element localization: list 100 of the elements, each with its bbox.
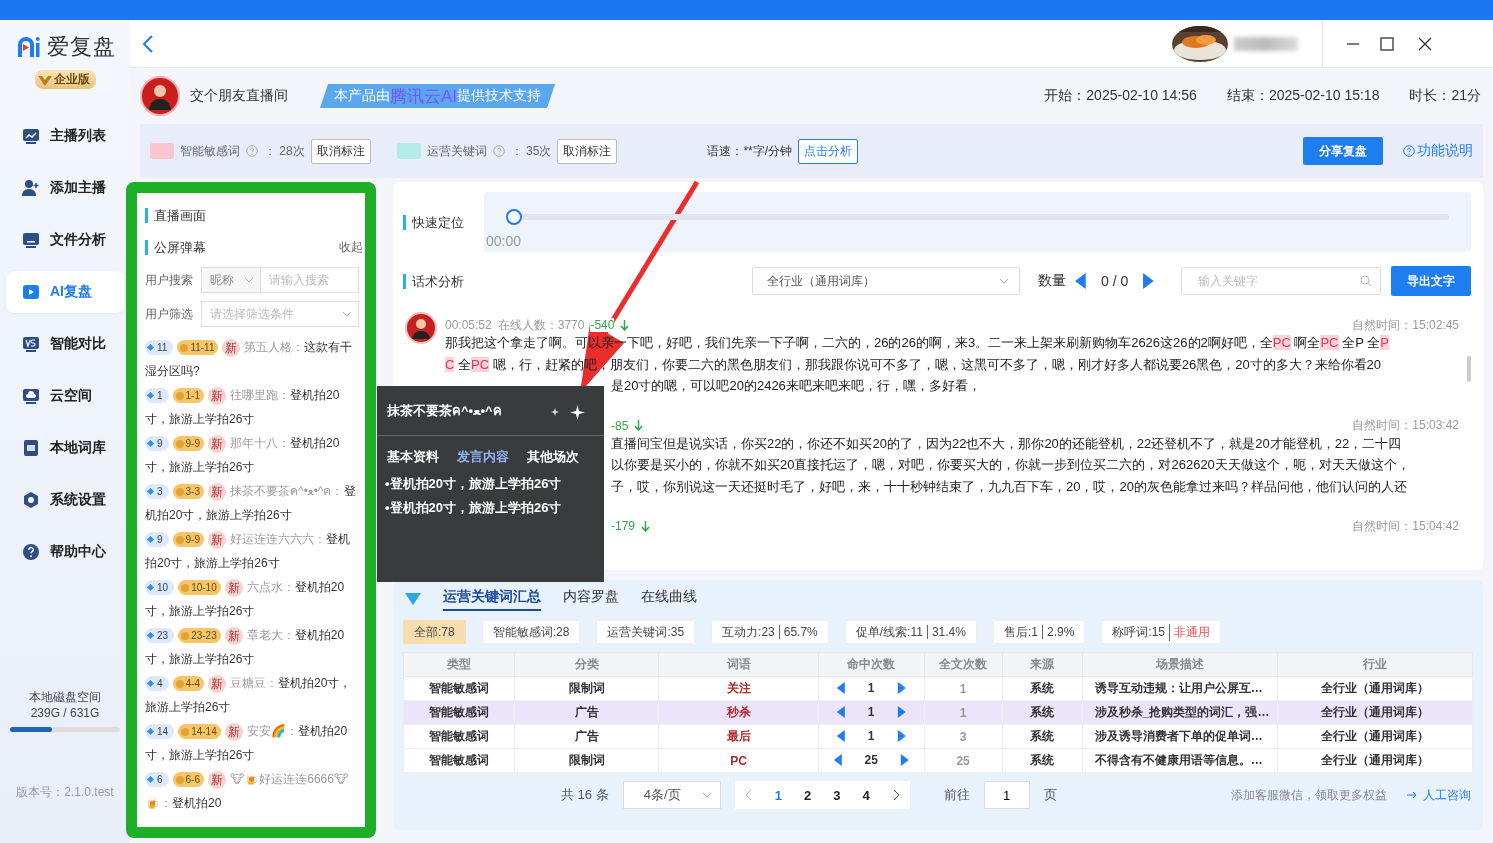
help-link[interactable]: 功能说明 [1403,142,1473,160]
unmark-button[interactable]: 取消标注 [557,138,618,164]
section-title: 直播画面 [145,207,206,223]
chat-message[interactable]: 14 14-14 新 安安🌈：登机拍20寸，旅游上学拍26寸 [145,719,359,767]
table-row[interactable]: 智能敏感词 广告 最后 1 3 系统 涉及诱导消费者下单的促单词… 全行业（通用词库） [403,724,1473,749]
triangle-left-icon[interactable] [836,729,846,742]
speech-rate: 语速：**字/分钟 [707,142,793,160]
table-cell: 全行业（通用词库） [1277,676,1473,701]
triangle-left-icon[interactable] [1074,273,1087,289]
triangle-left-icon[interactable] [832,753,843,766]
filter-chip[interactable]: 运营关键词:35 [596,620,696,644]
chat-message[interactable]: 11 11-11 新 第五人格：这款有干湿分区吗? [145,335,359,383]
search-box[interactable]: 输入关键字 [1181,267,1381,295]
play-icon [22,283,40,301]
triangle-left-icon[interactable] [836,705,846,718]
chat-message[interactable]: 9 9-9 新 那年十八：登机拍20寸，旅游上学拍26寸 [145,431,359,479]
summary-tab[interactable]: 内容罗盘 [563,587,619,611]
chat-message[interactable]: 9 9-9 新 好运连连六六六：登机拍20寸，旅游上学拍26寸 [145,527,359,575]
next-page-icon[interactable] [891,789,900,801]
filter-chip[interactable]: 称呼词:15 非通用 [1101,620,1221,644]
popup-tab[interactable]: 基本资料 [387,448,439,466]
column-header: 词语 [659,652,819,677]
maximize-icon[interactable] [1379,35,1395,52]
sponsor-banner: 本产品由腾讯云AI提供技术支持 [320,84,556,108]
triangle-right-icon[interactable] [1142,273,1155,289]
start-time: 开始：2025-02-10 14:56 [1044,87,1197,105]
collapse-link[interactable]: 收起 [339,238,363,256]
table-row[interactable]: 智能敏感词 广告 秒杀 1 1 系统 涉及秒杀_抢购类型的词汇，强… 全行业（通用词库） [403,700,1473,725]
nav-item[interactable]: 主播列表 [6,115,124,157]
table-cell: 秒杀 [659,700,819,725]
chevron-down-icon [342,311,352,317]
table-cell: 智能敏感词 [403,700,515,725]
transcript-line: 是20寸的嗯，可以吧20的2426来吧来吧来吧，行，嘿，多好看， [611,377,981,395]
triangle-right-icon[interactable] [896,729,907,742]
transcript-line: C 全PC 嗯，行，赶紧的吧，朋友们，你要二六的黑色朋友们，那我跟你说可不多了，嗯，这黑可不多了，嗯，刚才好多人都说要26黑色，20寸的多大？来给你看20 [445,355,1382,374]
popup-tab[interactable]: 发言内容 [457,448,509,466]
analyze-button[interactable]: 点击分析 [798,138,859,164]
chat-message[interactable]: 23 23-23 新 章老大：登机拍20寸，旅游上学拍26寸 [145,623,359,671]
nav-item[interactable]: AI复盘 [6,271,124,313]
filter-chip[interactable]: 智能敏感词:28 [481,620,581,644]
triangle-right-icon[interactable] [896,681,907,694]
hit-count: 25 [864,752,878,767]
table-cell: 1 [924,676,1003,701]
summary-tab[interactable]: 运营关键词汇总 [443,587,541,611]
table-row[interactable]: 智能敏感词 限制词 关注 1 1 系统 诱导互动违规：让用户公屏互… 全行业（通用词库） [403,676,1473,701]
industry-select[interactable]: 全行业（通用词库） [752,267,1021,295]
table-row[interactable]: 智能敏感词 限制词 PC 25 25 系统 不得含有不健康用语等信息。… 全行业（通用词库） [403,748,1473,773]
search-type-select[interactable]: 昵称 [201,267,261,293]
entry-time: 00:05:52 [445,318,492,332]
consult-link[interactable]: 人工咨询 [1407,786,1471,804]
legend-label: 运营关键词 [426,142,487,160]
nav-item[interactable]: 系统设置 [6,479,124,521]
back-icon[interactable] [142,33,154,54]
page-size-select[interactable]: 4条/页 [622,781,721,809]
field-label: 用户搜索 [145,271,193,289]
export-button[interactable]: 导出文字 [1391,266,1471,296]
nav-item[interactable]: 文件分析 [6,219,124,261]
timeline-slider[interactable] [506,209,1449,225]
page-input[interactable]: 1 [983,781,1030,809]
vs-icon [22,335,40,353]
triangle-right-icon[interactable] [896,705,907,718]
nav-item[interactable]: 本地词库 [6,427,124,469]
page-number[interactable]: 2 [803,787,812,803]
column-header: 来源 [1002,652,1083,677]
table-cell: 系统 [1002,676,1083,701]
page-number[interactable]: 3 [833,787,841,803]
arrow-down-icon [620,319,630,331]
section-title: 话术分析 [403,273,464,289]
close-icon[interactable] [1417,35,1433,52]
promo-text: 添加客服微信，领取更多权益 [1231,786,1387,804]
search-field[interactable]: 请输入搜索 [261,267,359,293]
share-button[interactable]: 分享复盘 [1303,137,1383,165]
chip-value: 65.7% [778,625,818,639]
filter-chip[interactable]: 全部:78 [403,620,466,644]
summary-tab[interactable]: 在线曲线 [641,587,697,611]
monitor-icon [22,231,40,249]
table-cell: 全行业（通用词库） [1277,700,1473,725]
page-number[interactable]: 1 [774,787,782,803]
chat-message[interactable]: 4 4-4 新 豆糖豆：登机拍20寸，旅游上学拍26寸 [145,671,359,719]
popup-tab[interactable]: 其他场次 [527,448,579,466]
triangle-left-icon[interactable] [836,681,846,694]
filter-chip[interactable]: 售后:1 2.9% [992,620,1086,644]
filter-chip[interactable]: 互动力:23 65.7% [711,620,829,644]
chat-message[interactable]: 10 10-10 新 六点水：登机拍20寸，旅游上学拍26寸 [145,575,359,623]
table-cell: 3 [924,724,1003,749]
nav-item[interactable]: 云空间 [6,375,124,417]
table-cell: 涉及诱导消费者下单的促单词… [1082,724,1278,749]
nav-item[interactable]: 添加主播 [6,167,124,209]
page-number[interactable]: 4 [862,787,870,803]
slider-thumb[interactable] [506,209,522,225]
chat-message[interactable]: 6 6-6 新 🐮🍺好运连连6666🐮🍺：登机拍20 [145,767,359,815]
natural-time: 自然时间：15:03:42 [1352,417,1459,434]
table-cell: 限制词 [514,676,659,701]
filter-chip[interactable]: 促单/线索:11 31.4% [844,620,977,644]
nav-item[interactable]: 智能对比 [6,323,124,365]
nav-item[interactable]: 帮助中心 [6,531,124,573]
chat-message[interactable]: 1 1-1 新 往哪里跑：登机拍20寸，旅游上学拍26寸 [145,383,359,431]
help-icon [492,145,505,157]
triangle-right-icon[interactable] [899,753,910,766]
unmark-button[interactable]: 取消标注 [310,138,371,164]
